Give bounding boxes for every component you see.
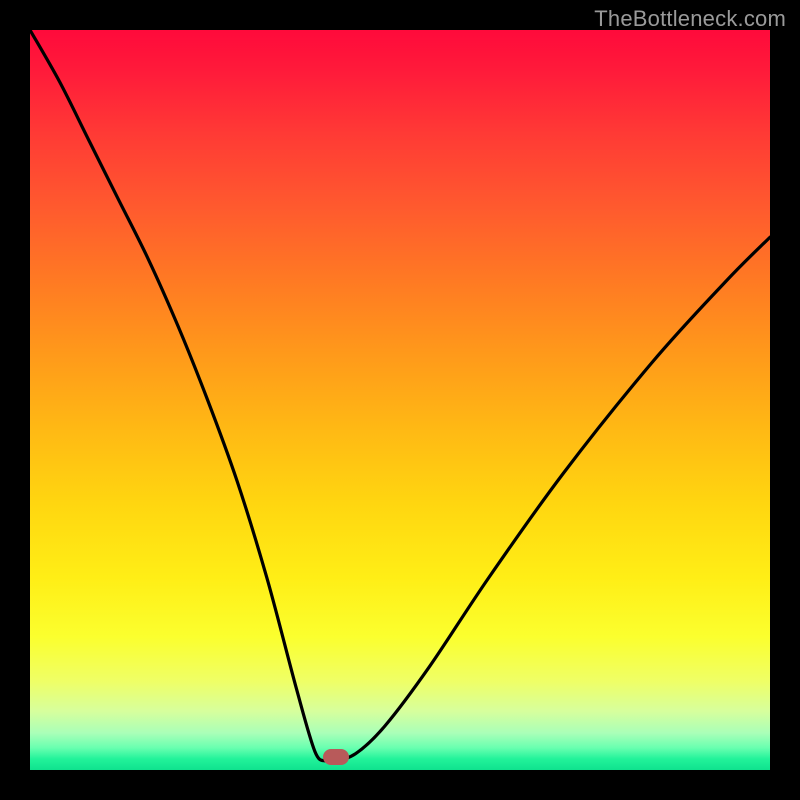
watermark-text: TheBottleneck.com [594, 6, 786, 32]
optimum-marker [323, 749, 349, 765]
bottleneck-curve [30, 30, 770, 770]
plot-area [30, 30, 770, 770]
chart-frame: TheBottleneck.com [0, 0, 800, 800]
